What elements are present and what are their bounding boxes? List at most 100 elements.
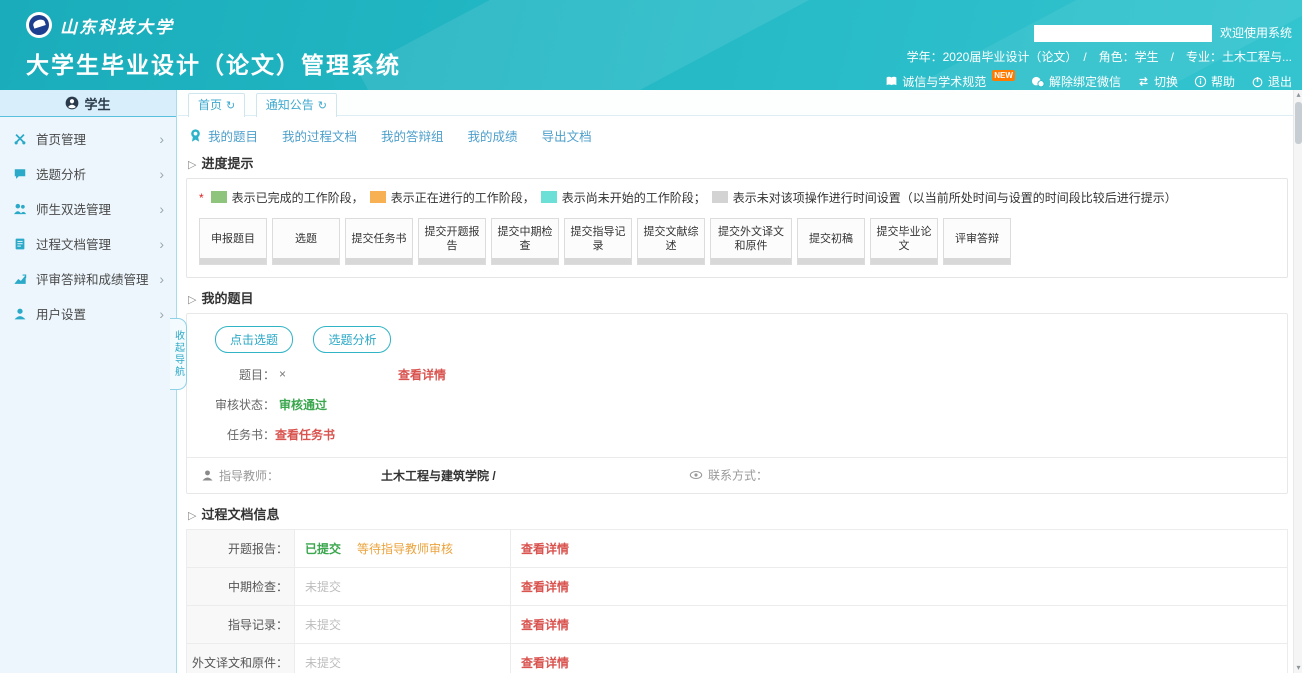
my-topic-box: 点击选题 选题分析 题目： × 查看详情 审核状态： 审核通过 任务书： 查看任… <box>186 313 1288 494</box>
choose-topic-button[interactable]: 点击选题 <box>215 326 293 353</box>
topic-title-value: × <box>279 367 286 381</box>
university-name: 山东科技大学 <box>60 13 174 38</box>
doc-row-label: 外文译文和原件： <box>187 644 295 673</box>
tab-notices[interactable]: 通知公告↻ <box>256 93 337 117</box>
section-arrow-icon: ▷ <box>188 159 196 171</box>
doc-status: 已提交 <box>305 540 341 557</box>
wechat-icon <box>1031 76 1045 88</box>
tab-my-process-docs[interactable]: 我的过程文档 <box>282 126 357 145</box>
doc-status-extra: 等待指导教师审核 <box>357 540 453 557</box>
person-icon <box>201 469 214 482</box>
required-star: * <box>199 191 204 205</box>
task-book-row: 任务书： 查看任务书 <box>187 426 1287 443</box>
main-area: 首页↻ 通知公告↻ 我的题目 我的过程文档 我的答辩组 我的成绩 导出文档 ▷进… <box>178 90 1302 673</box>
stage-status-bar <box>346 258 412 264</box>
topic-analysis-button[interactable]: 选题分析 <box>313 326 391 353</box>
stage-status-bar <box>944 258 1010 264</box>
progress-section-title: ▷进度提示 <box>188 153 1288 172</box>
chat-icon <box>13 167 27 181</box>
audit-status-value: 审核通过 <box>279 396 327 413</box>
stage-guidance-record: 提交指导记录 <box>564 218 632 265</box>
view-detail-link[interactable]: 查看详情 <box>521 616 569 633</box>
sidebar-item-topic-analysis[interactable]: 选题分析 › <box>0 156 176 191</box>
section-arrow-icon: ▷ <box>188 294 196 306</box>
power-icon <box>1251 75 1264 88</box>
tab-my-defense-group[interactable]: 我的答辩组 <box>381 126 444 145</box>
advisor-footer: 指导教师： 土木工程与建筑学院 / 联系方式： <box>187 457 1287 493</box>
sidebar-item-user-settings[interactable]: 用户设置 › <box>0 296 176 331</box>
doc-status: 未提交 <box>305 578 341 595</box>
sidebar-item-process-documents[interactable]: 过程文档管理 › <box>0 226 176 261</box>
tab-export-docs[interactable]: 导出文档 <box>542 126 592 145</box>
session-meta: 学年：2020届毕业设计（论文） / 角色：学生 / 专业：土木工程与... <box>885 48 1292 65</box>
stage-task-book: 提交任务书 <box>345 218 413 265</box>
progress-box: *表示已完成的工作阶段，表示正在进行的工作阶段，表示尚未开始的工作阶段；表示未对… <box>186 178 1288 278</box>
table-row-opening-report: 开题报告： 已提交等待指导教师审核 查看详情 <box>187 530 1287 568</box>
tab-my-topic[interactable]: 我的题目 <box>188 126 258 145</box>
chevron-right-icon: › <box>159 271 164 287</box>
stage-foreign-translation: 提交外文译文和原件 <box>710 218 792 265</box>
sidebar: 学生 首页管理 › 选题分析 › 师生双选管理 › 过程文档管理 › <box>0 90 177 673</box>
chevron-right-icon: › <box>159 201 164 217</box>
chevron-right-icon: › <box>159 306 164 322</box>
advisor-department: 土木工程与建筑学院 / <box>381 467 496 484</box>
view-task-book-link[interactable]: 查看任务书 <box>275 426 335 443</box>
chevron-right-icon: › <box>159 166 164 182</box>
doc-status: 未提交 <box>305 654 341 671</box>
help-link[interactable]: 帮助 <box>1194 73 1235 90</box>
scroll-up-arrow[interactable]: ▴ <box>1294 90 1302 100</box>
sidebar-item-homepage-management[interactable]: 首页管理 › <box>0 121 176 156</box>
chart-icon <box>13 272 27 286</box>
scroll-down-arrow[interactable]: ▾ <box>1294 663 1302 673</box>
view-detail-link[interactable]: 查看详情 <box>521 654 569 671</box>
role-header: 学生 <box>0 90 176 117</box>
task-book-label: 任务书： <box>187 426 275 443</box>
tab-home[interactable]: 首页↻ <box>188 93 245 117</box>
advisor-info: 指导教师： 土木工程与建筑学院 / <box>201 467 496 484</box>
legend-swatch-notime <box>712 191 728 203</box>
collapse-nav-handle[interactable]: 收起导航 <box>170 318 187 390</box>
stage-status-bar <box>565 258 631 264</box>
system-title: 大学生毕业设计（论文）管理系统 <box>26 46 401 80</box>
brand: 山东科技大学 大学生毕业设计（论文）管理系统 <box>26 12 401 80</box>
sidebar-item-review-defense-grades[interactable]: 评审答辩和成绩管理 › <box>0 261 176 296</box>
stage-status-bar <box>273 258 339 264</box>
scrollbar-thumb[interactable] <box>1295 102 1302 144</box>
stage-status-bar <box>638 258 704 264</box>
help-icon <box>1194 75 1207 88</box>
sidebar-item-mutual-selection[interactable]: 师生双选管理 › <box>0 191 176 226</box>
topic-section-title: ▷我的题目 <box>188 288 1288 307</box>
topic-title-row: 题目： × 查看详情 <box>187 366 1287 383</box>
contact-label: 联系方式： <box>708 467 768 484</box>
username-redacted <box>1034 25 1212 42</box>
view-detail-link[interactable]: 查看详情 <box>521 540 569 557</box>
logout-link[interactable]: 退出 <box>1251 73 1292 90</box>
page-tab-bar: 首页↻ 通知公告↻ <box>178 90 1302 116</box>
view-detail-link[interactable]: 查看详情 <box>521 578 569 595</box>
topic-detail-link[interactable]: 查看详情 <box>398 366 446 383</box>
tab-my-grades[interactable]: 我的成绩 <box>468 126 518 145</box>
unbind-wechat-link[interactable]: 解除绑定微信 <box>1031 73 1121 90</box>
switch-role-link[interactable]: 切换 <box>1137 73 1178 90</box>
legend-swatch-done <box>211 191 227 203</box>
refresh-icon[interactable]: ↻ <box>226 100 235 112</box>
doc-status: 未提交 <box>305 616 341 633</box>
audit-status-label: 审核状态： <box>187 396 275 413</box>
app-header: 山东科技大学 大学生毕业设计（论文）管理系统 欢迎使用系统 学年：2020届毕业… <box>0 0 1302 90</box>
stage-status-bar <box>798 258 864 264</box>
chevron-right-icon: › <box>159 236 164 252</box>
scrollbar[interactable]: ▴ ▾ <box>1293 90 1302 673</box>
refresh-icon[interactable]: ↻ <box>318 100 327 112</box>
process-documents-table: 开题报告： 已提交等待指导教师审核 查看详情 中期检查： 未提交 查看详情 指导… <box>186 529 1288 673</box>
app-window: 山东科技大学 大学生毕业设计（论文）管理系统 欢迎使用系统 学年：2020届毕业… <box>0 0 1302 673</box>
new-badge: NEW <box>992 70 1015 81</box>
content: 我的题目 我的过程文档 我的答辩组 我的成绩 导出文档 ▷进度提示 *表示已完成… <box>178 116 1302 673</box>
integrity-link[interactable]: 诚信与学术规范 NEW <box>885 73 1015 90</box>
university-logo-icon <box>26 12 52 38</box>
header-right: 欢迎使用系统 学年：2020届毕业设计（论文） / 角色：学生 / 专业：土木工… <box>885 24 1292 90</box>
contact-info: 联系方式： <box>689 467 768 484</box>
table-row-guidance-record: 指导记录： 未提交 查看详情 <box>187 606 1287 644</box>
chevron-right-icon: › <box>159 131 164 147</box>
audit-status-row: 审核状态： 审核通过 <box>187 396 1287 413</box>
stage-select-topic: 选题 <box>272 218 340 265</box>
